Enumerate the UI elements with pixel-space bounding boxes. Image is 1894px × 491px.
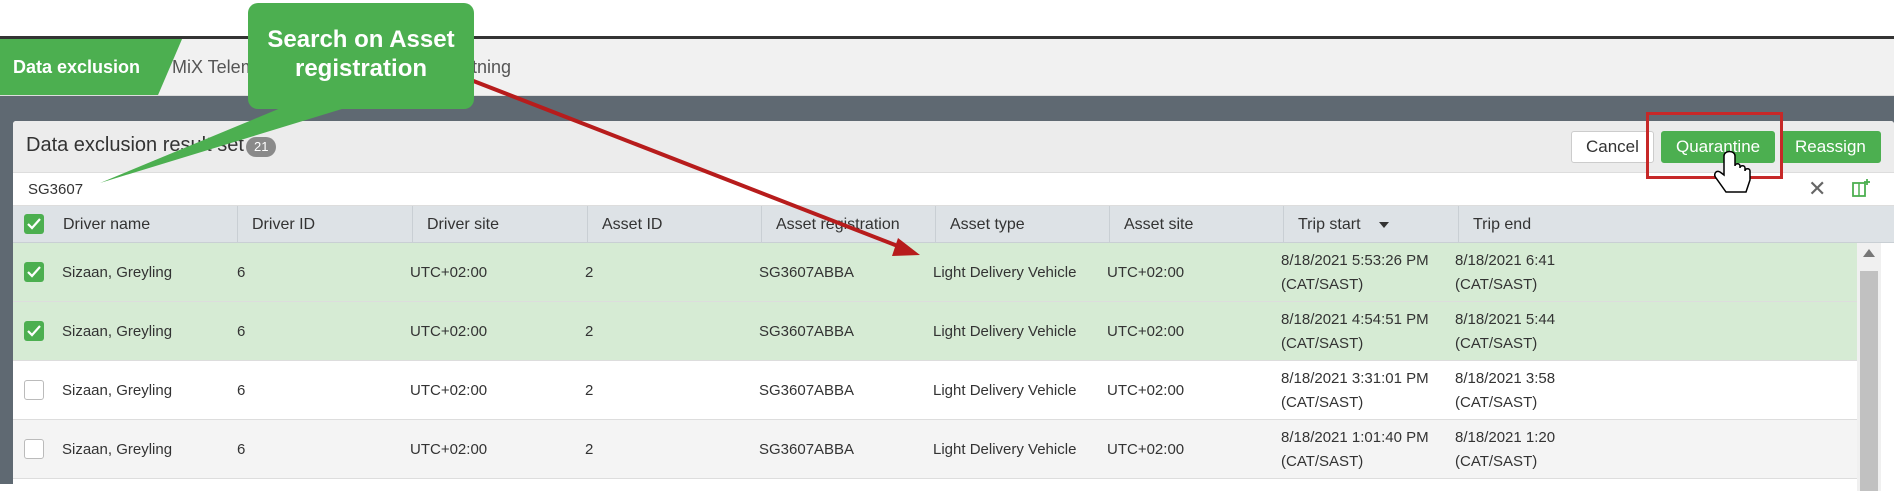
- trip-start-timezone: (CAT/SAST): [1281, 276, 1364, 293]
- panel-header: Data exclusion result set 21 Cancel Quar…: [13, 121, 1894, 173]
- cell-trip-start: 8/18/2021 5:53:26 PM (CAT/SAST): [1281, 243, 1429, 302]
- cell-driver-id: 6: [237, 441, 246, 458]
- cell-trip-end: 8/18/2021 1:20 (CAT/SAST): [1455, 420, 1555, 479]
- column-trip-end[interactable]: Trip end: [1459, 206, 1859, 243]
- cell-asset-registration: SG3607ABBA: [759, 441, 855, 458]
- column-asset-type[interactable]: Asset type: [936, 206, 1110, 243]
- cell-asset-type: Light Delivery Vehicle: [933, 264, 1077, 281]
- cell-driver-site: UTC+02:00: [410, 382, 488, 399]
- cell-driver-site: UTC+02:00: [410, 264, 488, 281]
- column-trip-start[interactable]: Trip start: [1284, 206, 1459, 243]
- result-set-panel: Data exclusion result set 21 Cancel Quar…: [13, 121, 1894, 491]
- trip-start-datetime: 8/18/2021 1:01:40 PM: [1281, 429, 1429, 446]
- reassign-button[interactable]: Reassign: [1780, 131, 1881, 163]
- cell-asset-id: 2: [585, 382, 594, 399]
- trip-start-timezone: (CAT/SAST): [1281, 335, 1364, 352]
- cell-asset-id: 2: [585, 323, 594, 340]
- column-trip-start-label: Trip start: [1298, 216, 1361, 233]
- check-icon: [27, 218, 41, 230]
- cell-trip-start: 8/18/2021 1:01:40 PM (CAT/SAST): [1281, 420, 1429, 479]
- trip-end-timezone: (CAT/SAST): [1455, 394, 1538, 411]
- cell-driver-id: 6: [237, 323, 246, 340]
- cell-asset-type: Light Delivery Vehicle: [933, 382, 1077, 399]
- table-row[interactable]: Sizaan, Greyling 6 UTC+02:00 2 SG3607ABB…: [13, 361, 1857, 420]
- cell-driver-site: UTC+02:00: [410, 441, 488, 458]
- cell-driver-name: Sizaan, Greyling: [62, 441, 173, 458]
- column-asset-id[interactable]: Asset ID: [588, 206, 762, 243]
- trip-end-datetime: 8/18/2021 3:58: [1455, 370, 1556, 387]
- cancel-button[interactable]: Cancel: [1571, 131, 1654, 163]
- quarantine-highlight-annotation: [1646, 112, 1783, 179]
- search-input[interactable]: [28, 178, 1528, 200]
- cell-driver-id: 6: [237, 264, 246, 281]
- row-checkbox[interactable]: [24, 439, 44, 459]
- check-icon: [27, 266, 41, 278]
- cell-asset-id: 2: [585, 441, 594, 458]
- trip-start-datetime: 8/18/2021 3:31:01 PM: [1281, 370, 1429, 387]
- cell-asset-id: 2: [585, 264, 594, 281]
- cell-trip-start: 8/18/2021 3:31:01 PM (CAT/SAST): [1281, 361, 1429, 420]
- trip-end-timezone: (CAT/SAST): [1455, 276, 1538, 293]
- panel-title: Data exclusion result set: [26, 134, 244, 156]
- cell-trip-start: 8/18/2021 4:54:51 PM (CAT/SAST): [1281, 302, 1429, 361]
- row-checkbox[interactable]: [24, 380, 44, 400]
- cell-asset-site: UTC+02:00: [1107, 264, 1185, 281]
- trip-end-datetime: 8/18/2021 5:44: [1455, 311, 1556, 328]
- table-row[interactable]: Sizaan, Greyling 6 UTC+02:00 2 SG3607ABB…: [13, 243, 1857, 302]
- close-icon[interactable]: ✕: [1808, 177, 1826, 201]
- cell-driver-name: Sizaan, Greyling: [62, 264, 173, 281]
- cell-driver-id: 6: [237, 382, 246, 399]
- table-header: Driver name Driver ID Driver site Asset …: [13, 206, 1894, 243]
- column-asset-site[interactable]: Asset site: [1110, 206, 1284, 243]
- trip-end-datetime: 8/18/2021 1:20: [1455, 429, 1556, 446]
- trip-end-timezone: (CAT/SAST): [1455, 335, 1538, 352]
- scroll-up-icon[interactable]: [1863, 249, 1875, 257]
- tab-mix-telematics[interactable]: MiX Telem: [172, 39, 256, 95]
- cell-trip-end: 8/18/2021 6:41 (CAT/SAST): [1455, 243, 1555, 302]
- table-scrollbar[interactable]: [1857, 243, 1881, 491]
- cell-asset-registration: SG3607ABBA: [759, 323, 855, 340]
- cell-trip-end: 8/18/2021 5:44 (CAT/SAST): [1455, 302, 1555, 361]
- row-checkbox[interactable]: [24, 321, 44, 341]
- tab-data-exclusion[interactable]: Data exclusion: [0, 39, 182, 95]
- row-checkbox[interactable]: [24, 262, 44, 282]
- trip-start-datetime: 8/18/2021 5:53:26 PM: [1281, 252, 1429, 269]
- trip-end-datetime: 8/18/2021 6:41: [1455, 252, 1556, 269]
- table-row[interactable]: Sizaan, Greyling 6 UTC+02:00 2 SG3607ABB…: [13, 302, 1857, 361]
- sort-descending-icon: [1378, 221, 1389, 228]
- column-driver-id[interactable]: Driver ID: [238, 206, 413, 243]
- result-count-badge: 21: [246, 137, 277, 157]
- annotation-callout: Search on Asset registration: [248, 3, 474, 109]
- cell-driver-name: Sizaan, Greyling: [62, 323, 173, 340]
- cell-asset-site: UTC+02:00: [1107, 323, 1185, 340]
- cell-asset-registration: SG3607ABBA: [759, 382, 855, 399]
- cell-driver-site: UTC+02:00: [410, 323, 488, 340]
- search-row: ✕: [13, 173, 1894, 206]
- column-asset-registration[interactable]: Asset registration: [762, 206, 936, 243]
- column-driver-name[interactable]: Driver name: [49, 206, 238, 243]
- add-column-icon[interactable]: [1851, 178, 1871, 198]
- column-driver-site[interactable]: Driver site: [413, 206, 588, 243]
- cell-driver-name: Sizaan, Greyling: [62, 382, 173, 399]
- trip-start-timezone: (CAT/SAST): [1281, 453, 1364, 470]
- trip-end-timezone: (CAT/SAST): [1455, 453, 1538, 470]
- cell-asset-type: Light Delivery Vehicle: [933, 323, 1077, 340]
- workspace: Data exclusion result set 21 Cancel Quar…: [0, 96, 1894, 491]
- select-all-checkbox[interactable]: [24, 214, 44, 234]
- tab-third[interactable]: tning: [472, 39, 511, 95]
- cell-asset-site: UTC+02:00: [1107, 382, 1185, 399]
- check-icon: [27, 325, 41, 337]
- cell-asset-site: UTC+02:00: [1107, 441, 1185, 458]
- scroll-thumb[interactable]: [1860, 271, 1878, 491]
- cell-asset-registration: SG3607ABBA: [759, 264, 855, 281]
- cell-asset-type: Light Delivery Vehicle: [933, 441, 1077, 458]
- trip-start-timezone: (CAT/SAST): [1281, 394, 1364, 411]
- trip-start-datetime: 8/18/2021 4:54:51 PM: [1281, 311, 1429, 328]
- table-row[interactable]: Sizaan, Greyling 6 UTC+02:00 2 SG3607ABB…: [13, 420, 1857, 479]
- cell-trip-end: 8/18/2021 3:58 (CAT/SAST): [1455, 361, 1555, 420]
